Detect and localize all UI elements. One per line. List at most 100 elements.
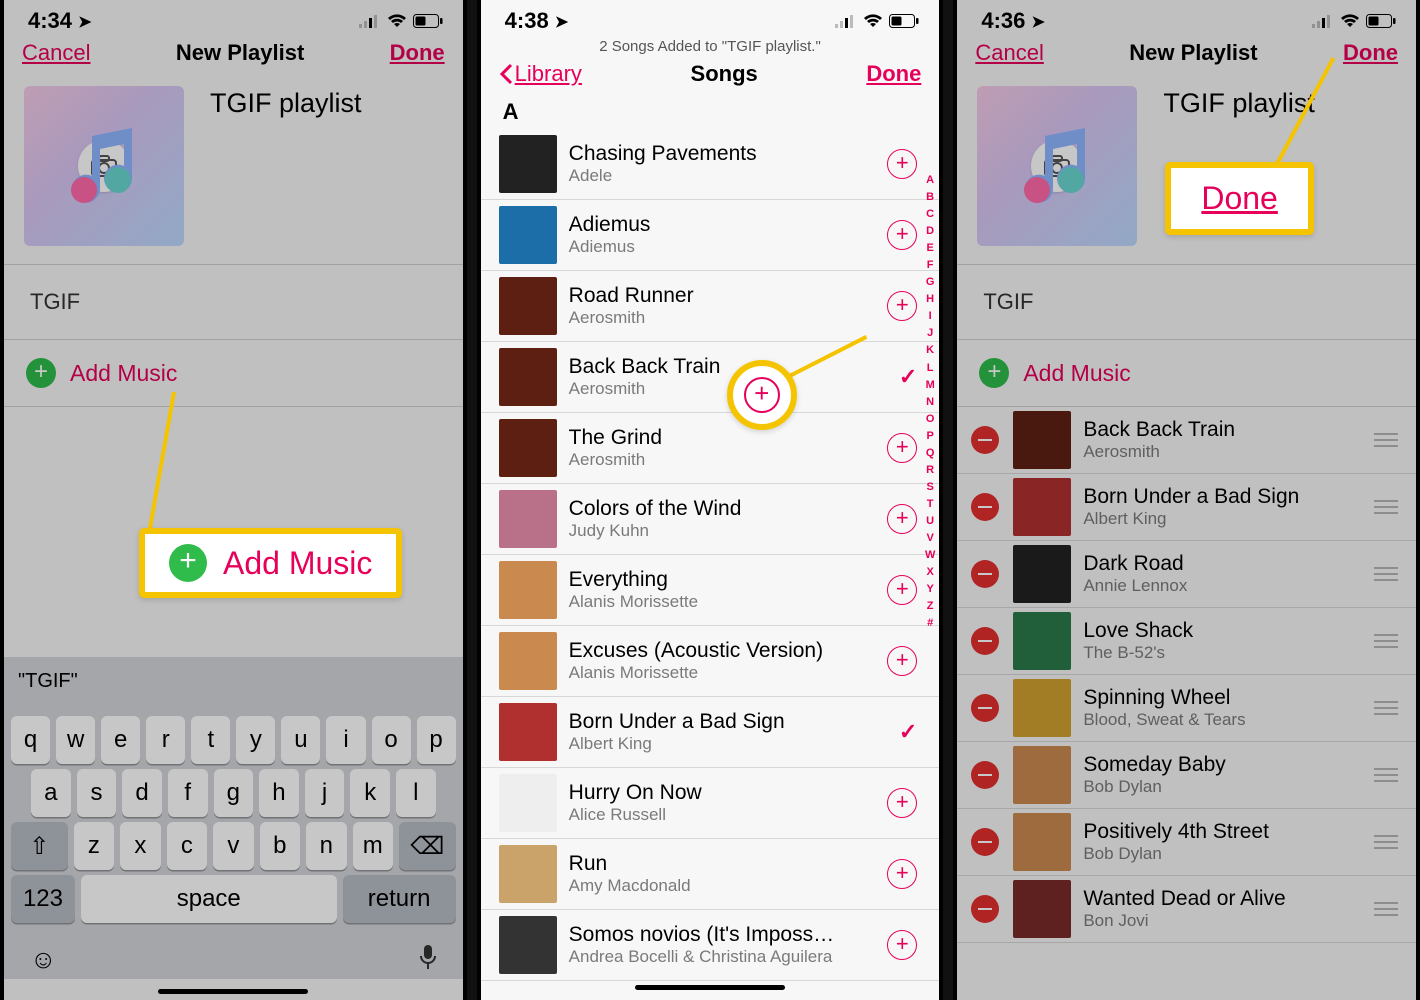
playlist-track-row[interactable]: Back Back Train Aerosmith [957,407,1416,474]
index-letter[interactable]: B [925,189,935,206]
index-letter[interactable]: E [925,240,935,257]
key-l[interactable]: l [396,769,436,817]
key-m[interactable]: m [353,822,393,870]
key-i[interactable]: i [326,716,365,764]
index-letter[interactable]: # [925,615,935,632]
remove-button[interactable] [971,828,999,856]
playlist-track-row[interactable]: Love Shack The B-52's [957,608,1416,675]
done-button[interactable]: Done [866,61,921,87]
remove-button[interactable] [971,694,999,722]
reorder-handle[interactable] [1372,768,1400,782]
index-letter[interactable]: M [925,377,935,394]
index-letter[interactable]: S [925,479,935,496]
index-letter[interactable]: X [925,564,935,581]
song-row[interactable]: Hurry On Now Alice Russell + [481,768,940,839]
key-u[interactable]: u [281,716,320,764]
song-row[interactable]: The Grind Aerosmith + [481,413,940,484]
playlist-description-field[interactable]: TGIF [957,265,1416,340]
index-letter[interactable]: Y [925,581,935,598]
playlist-track-row[interactable]: Born Under a Bad Sign Albert King [957,474,1416,541]
key-p[interactable]: p [417,716,456,764]
add-music-row[interactable]: + Add Music [4,340,463,407]
add-song-button[interactable]: + [887,149,917,179]
song-row[interactable]: Run Amy Macdonald + [481,839,940,910]
index-letter[interactable]: Q [925,445,935,462]
reorder-handle[interactable] [1372,634,1400,648]
index-letter[interactable]: H [925,291,935,308]
key-q[interactable]: q [11,716,50,764]
key-e[interactable]: e [101,716,140,764]
add-music-row[interactable]: + Add Music [957,340,1416,407]
key-f[interactable]: f [168,769,208,817]
add-song-button[interactable]: + [887,575,917,605]
keyboard[interactable]: "TGIF" qwertyuiop asdfghjkl ⇧zxcvbnm⌫ 12… [4,657,463,1000]
remove-button[interactable] [971,560,999,588]
section-index[interactable]: ABCDEFGHIJKLMNOPQRSTUVWXYZ# [925,172,935,632]
playlist-track-row[interactable]: Positively 4th Street Bob Dylan [957,809,1416,876]
reorder-handle[interactable] [1372,701,1400,715]
keyboard-suggestion[interactable]: "TGIF" [18,670,78,693]
index-letter[interactable]: F [925,257,935,274]
key-x[interactable]: x [120,822,160,870]
playlist-track-row[interactable]: Wanted Dead or Alive Bon Jovi [957,876,1416,943]
playlist-artwork[interactable] [24,86,184,246]
song-row[interactable]: Born Under a Bad Sign Albert King ✓ [481,697,940,768]
remove-button[interactable] [971,493,999,521]
key-d[interactable]: d [122,769,162,817]
back-button[interactable]: Library [499,61,582,87]
remove-button[interactable] [971,761,999,789]
add-song-button[interactable]: + [887,930,917,960]
key-c[interactable]: c [167,822,207,870]
dictation-button[interactable] [419,944,437,977]
key-123[interactable]: 123 [11,875,75,923]
index-letter[interactable]: W [925,547,935,564]
emoji-button[interactable]: ☺ [30,944,57,977]
done-button[interactable]: Done [390,40,445,66]
add-song-button[interactable]: + [887,646,917,676]
song-row[interactable]: Colors of the Wind Judy Kuhn + [481,484,940,555]
playlist-track-row[interactable]: Someday Baby Bob Dylan [957,742,1416,809]
add-song-button[interactable]: + [887,788,917,818]
index-letter[interactable]: I [925,308,935,325]
index-letter[interactable]: A [925,172,935,189]
add-song-button[interactable]: + [887,291,917,321]
index-letter[interactable]: D [925,223,935,240]
index-letter[interactable]: K [925,342,935,359]
key-t[interactable]: t [191,716,230,764]
index-letter[interactable]: P [925,428,935,445]
key-space[interactable]: space [81,875,337,923]
key-b[interactable]: b [260,822,300,870]
key-s[interactable]: s [77,769,117,817]
index-letter[interactable]: J [925,325,935,342]
key-k[interactable]: k [350,769,390,817]
song-row[interactable]: Everything Alanis Morissette + [481,555,940,626]
playlist-name-field[interactable]: TGIF playlist [210,86,362,246]
remove-button[interactable] [971,426,999,454]
reorder-handle[interactable] [1372,902,1400,916]
index-letter[interactable]: O [925,411,935,428]
index-letter[interactable]: U [925,513,935,530]
index-letter[interactable]: G [925,274,935,291]
songs-list[interactable]: Chasing Pavements Adele + Adiemus Adiemu… [481,129,940,981]
key-y[interactable]: y [236,716,275,764]
index-letter[interactable]: C [925,206,935,223]
index-letter[interactable]: N [925,394,935,411]
playlist-description-field[interactable]: TGIF [4,265,463,340]
add-song-button[interactable]: + [887,220,917,250]
key-return[interactable]: return [343,875,456,923]
key-v[interactable]: v [213,822,253,870]
song-row[interactable]: Excuses (Acoustic Version) Alanis Moriss… [481,626,940,697]
home-indicator[interactable] [158,989,308,994]
reorder-handle[interactable] [1372,567,1400,581]
key-n[interactable]: n [306,822,346,870]
remove-button[interactable] [971,895,999,923]
index-letter[interactable]: Z [925,598,935,615]
key-a[interactable]: a [31,769,71,817]
song-row[interactable]: Chasing Pavements Adele + [481,129,940,200]
key-h[interactable]: h [259,769,299,817]
key-r[interactable]: r [146,716,185,764]
index-letter[interactable]: T [925,496,935,513]
key-g[interactable]: g [214,769,254,817]
key-⌫[interactable]: ⌫ [399,822,456,870]
remove-button[interactable] [971,627,999,655]
